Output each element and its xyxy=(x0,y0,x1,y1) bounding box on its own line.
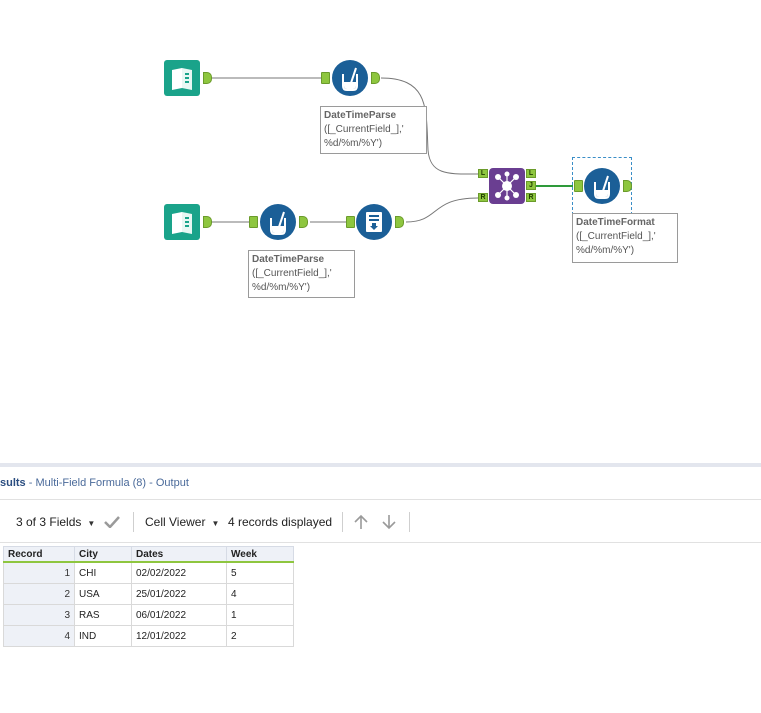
city-cell[interactable]: CHI xyxy=(74,561,132,584)
week-cell[interactable]: 2 xyxy=(226,625,294,647)
results-table: Record City Dates Week 1 CHI 02/02/2022 … xyxy=(3,546,294,647)
formula-flask-icon xyxy=(594,175,610,199)
divider xyxy=(0,499,761,500)
results-title: sults - Multi-Field Formula (8) - Output xyxy=(0,477,189,489)
annotation-title: DateTimeParse xyxy=(324,110,397,121)
chevron-down-icon: ▼ xyxy=(87,519,96,528)
dates-cell[interactable]: 25/01/2022 xyxy=(131,583,227,605)
output-anchor[interactable] xyxy=(371,72,380,84)
output-anchor[interactable] xyxy=(623,180,632,192)
annotation-body: ([_CurrentField_],' %d/%m/%Y') xyxy=(324,124,404,149)
annotation-body: ([_CurrentField_],' %d/%m/%Y') xyxy=(576,231,656,256)
divider xyxy=(0,542,761,543)
record-number: 2 xyxy=(3,583,75,605)
city-cell[interactable]: IND xyxy=(74,625,132,647)
wire-sample-to-join xyxy=(405,197,479,223)
output-anchor[interactable] xyxy=(203,72,212,84)
input-anchor[interactable] xyxy=(321,72,330,84)
input-data-tool-2[interactable] xyxy=(164,204,200,240)
join-right-input-anchor[interactable]: R xyxy=(478,193,488,202)
chevron-down-icon: ▼ xyxy=(211,519,220,528)
table-row[interactable]: 2 USA 25/01/2022 4 xyxy=(3,583,294,605)
input-anchor[interactable] xyxy=(346,216,355,228)
dates-cell[interactable]: 12/01/2022 xyxy=(131,625,227,647)
record-number: 4 xyxy=(3,625,75,647)
city-cell[interactable]: RAS xyxy=(74,604,132,626)
table-row[interactable]: 3 RAS 06/01/2022 1 xyxy=(3,604,294,626)
results-title-source: - Multi-Field Formula (8) - Output xyxy=(25,477,189,489)
week-cell[interactable]: 4 xyxy=(226,583,294,605)
sample-tool[interactable] xyxy=(356,204,392,240)
results-panel: sults - Multi-Field Formula (8) - Output… xyxy=(0,463,761,713)
records-icon xyxy=(366,212,382,232)
column-header-dates[interactable]: Dates xyxy=(131,546,227,563)
table-row[interactable]: 4 IND 12/01/2022 2 xyxy=(3,625,294,647)
join-network-icon xyxy=(495,171,519,201)
results-title-prefix: sults xyxy=(0,477,26,489)
cell-viewer-label: Cell Viewer xyxy=(145,515,206,529)
column-header-week[interactable]: Week xyxy=(226,546,294,563)
column-header-city[interactable]: City xyxy=(74,546,132,563)
workflow-canvas[interactable]: DateTimeParse ([_CurrentField_],' %d/%m/… xyxy=(0,0,761,463)
table-row[interactable]: 1 CHI 02/02/2022 5 xyxy=(3,561,294,584)
tool-annotation: DateTimeParse ([_CurrentField_],' %d/%m/… xyxy=(248,250,355,298)
fields-dropdown-label: 3 of 3 Fields xyxy=(16,515,82,529)
toolbar-divider xyxy=(409,512,410,532)
annotation-title: DateTimeParse xyxy=(252,254,325,265)
arrow-down-icon[interactable] xyxy=(381,514,397,530)
record-number: 3 xyxy=(3,604,75,626)
multi-field-formula-tool-1[interactable] xyxy=(332,60,368,96)
join-right-output-anchor[interactable]: R xyxy=(526,193,536,202)
join-left-input-anchor[interactable]: L xyxy=(478,169,488,178)
column-header-record[interactable]: Record xyxy=(3,546,75,563)
join-join-output-anchor[interactable]: J xyxy=(526,181,536,190)
output-anchor[interactable] xyxy=(299,216,308,228)
output-anchor[interactable] xyxy=(203,216,212,228)
input-anchor[interactable] xyxy=(574,180,583,192)
join-left-output-anchor[interactable]: L xyxy=(526,169,536,178)
output-anchor[interactable] xyxy=(395,216,404,228)
dates-cell[interactable]: 06/01/2022 xyxy=(131,604,227,626)
dates-cell[interactable]: 02/02/2022 xyxy=(131,561,227,584)
tool-annotation: DateTimeFormat ([_CurrentField_],' %d/%m… xyxy=(572,213,678,263)
tool-annotation: DateTimeParse ([_CurrentField_],' %d/%m/… xyxy=(320,106,427,154)
book-icon xyxy=(172,212,192,234)
record-number: 1 xyxy=(3,561,75,584)
formula-flask-icon xyxy=(270,211,286,235)
week-cell[interactable]: 1 xyxy=(226,604,294,626)
book-icon xyxy=(172,68,192,90)
annotation-title: DateTimeFormat xyxy=(576,217,655,228)
cell-viewer-dropdown[interactable]: Cell Viewer ▼ xyxy=(145,508,219,536)
panel-splitter[interactable] xyxy=(0,463,761,467)
annotation-body: ([_CurrentField_],' %d/%m/%Y') xyxy=(252,268,332,293)
check-icon[interactable] xyxy=(104,516,120,528)
input-anchor[interactable] xyxy=(249,216,258,228)
multi-field-formula-tool-2[interactable] xyxy=(260,204,296,240)
toolbar-divider xyxy=(342,512,343,532)
input-data-tool-1[interactable] xyxy=(164,60,200,96)
multi-field-formula-tool-3[interactable] xyxy=(584,168,620,204)
join-tool[interactable] xyxy=(489,168,525,204)
arrow-up-icon[interactable] xyxy=(353,514,369,530)
toolbar-divider xyxy=(133,512,134,532)
week-cell[interactable]: 5 xyxy=(226,561,294,584)
records-count: 4 records displayed xyxy=(228,515,333,529)
formula-flask-icon xyxy=(342,67,358,91)
results-toolbar: 3 of 3 Fields ▼ Cell Viewer ▼ 4 records di… xyxy=(0,508,761,536)
city-cell[interactable]: USA xyxy=(74,583,132,605)
fields-dropdown[interactable]: 3 of 3 Fields ▼ xyxy=(16,508,95,536)
